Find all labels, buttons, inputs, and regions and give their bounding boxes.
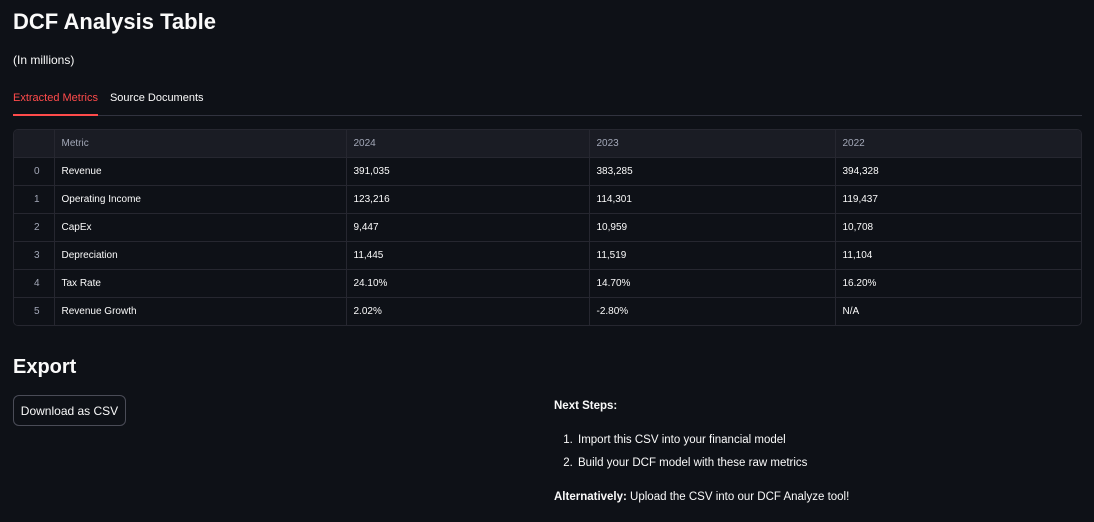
next-steps-heading: Next Steps: — [554, 400, 618, 412]
table-cell[interactable]: Depreciation — [54, 241, 347, 270]
table-cell[interactable]: Revenue — [54, 157, 347, 186]
table-header-row: Metric 2024 2023 2022 — [14, 130, 1081, 158]
alternative-text: Upload the CSV into our DCF Analyze tool… — [626, 491, 850, 503]
table-cell[interactable]: 11,445 — [346, 241, 590, 270]
row-index[interactable]: 0 — [14, 157, 55, 186]
table-row: 4 Tax Rate 24.10% 14.70% 16.20% — [14, 269, 1081, 298]
table-cell[interactable]: 123,216 — [346, 185, 590, 214]
tab-extracted-metrics[interactable]: Extracted Metrics — [13, 84, 98, 116]
page-subtitle: (In millions) — [13, 53, 75, 67]
next-steps: Next Steps: Import this CSV into your fi… — [554, 398, 1074, 505]
alternative-note: Alternatively: Upload the CSV into our D… — [554, 489, 1074, 505]
table-cell[interactable]: 114,301 — [589, 185, 836, 214]
table-cell[interactable]: 391,035 — [346, 157, 590, 186]
tab-source-documents[interactable]: Source Documents — [110, 84, 204, 114]
export-title: Export — [13, 356, 77, 378]
list-item: Import this CSV into your financial mode… — [576, 432, 1074, 455]
list-item: Build your DCF model with these raw metr… — [576, 455, 1074, 478]
column-header-metric[interactable]: Metric — [54, 130, 347, 158]
table-cell[interactable]: 16.20% — [835, 269, 1081, 298]
table-cell[interactable]: N/A — [835, 298, 1081, 326]
tab-bar: Extracted Metrics Source Documents — [13, 84, 1082, 116]
table-cell[interactable]: 2.02% — [346, 297, 590, 325]
page-title: DCF Analysis Table — [13, 9, 216, 34]
table-cell[interactable]: 11,519 — [589, 241, 836, 270]
row-index[interactable]: 1 — [14, 185, 55, 214]
table-row: 3 Depreciation 11,445 11,519 11,104 — [14, 241, 1081, 270]
table-cell[interactable]: 10,959 — [589, 213, 836, 242]
table-cell[interactable]: Revenue Growth — [54, 297, 347, 325]
table-row: 1 Operating Income 123,216 114,301 119,437 — [14, 185, 1081, 214]
table-cell[interactable]: 14.70% — [589, 269, 836, 298]
table-cell[interactable]: 11,104 — [835, 241, 1081, 270]
column-header-2022[interactable]: 2022 — [835, 130, 1081, 158]
table-cell[interactable]: 383,285 — [589, 157, 836, 186]
table-row: 5 Revenue Growth 2.02% -2.80% N/A — [14, 297, 1081, 326]
table-row: 2 CapEx 9,447 10,959 10,708 — [14, 213, 1081, 242]
alternative-label: Alternatively: — [554, 491, 627, 503]
row-index[interactable]: 3 — [14, 241, 55, 270]
table-cell[interactable]: CapEx — [54, 213, 347, 242]
table-cell[interactable]: -2.80% — [589, 297, 836, 325]
table-cell[interactable]: 24.10% — [346, 269, 590, 298]
column-header-index[interactable] — [14, 130, 55, 158]
next-steps-list: Import this CSV into your financial mode… — [554, 432, 1074, 478]
table-cell[interactable]: 9,447 — [346, 213, 590, 242]
metrics-table[interactable]: Metric 2024 2023 2022 0 Revenue 391,035 383… — [13, 129, 1082, 326]
column-header-2023[interactable]: 2023 — [589, 130, 836, 158]
row-index[interactable]: 2 — [14, 213, 55, 242]
table-cell[interactable]: Operating Income — [54, 185, 347, 214]
row-index[interactable]: 5 — [14, 297, 55, 325]
page: DCF Analysis Table (In millions) Extract… — [0, 0, 1094, 522]
table-cell[interactable]: 10,708 — [835, 213, 1081, 242]
table-row: 0 Revenue 391,035 383,285 394,328 — [14, 157, 1081, 186]
column-header-2024[interactable]: 2024 — [346, 130, 590, 158]
table-cell[interactable]: 119,437 — [835, 185, 1081, 214]
download-csv-button[interactable]: Download as CSV — [13, 395, 126, 426]
table-cell[interactable]: 394,328 — [835, 157, 1081, 186]
table-cell[interactable]: Tax Rate — [54, 269, 347, 298]
row-index[interactable]: 4 — [14, 269, 55, 298]
